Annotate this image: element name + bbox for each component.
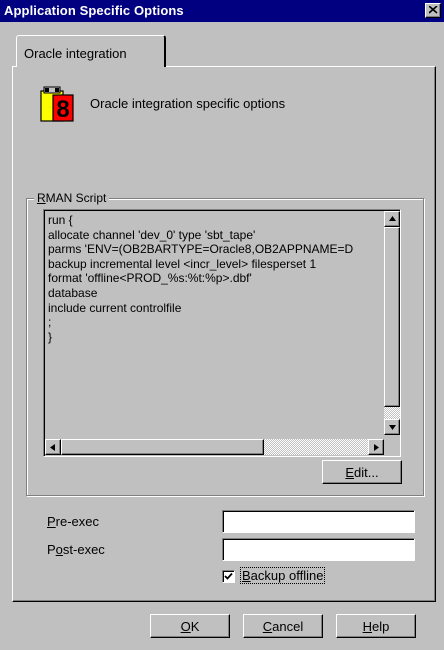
window-title: Application Specific Options [4,3,184,18]
rman-script-text: run { allocate channel 'dev_0' type 'sbt… [48,213,383,435]
script-line: allocate channel 'dev_0' type 'sbt_tape' [48,227,256,242]
arrow-right-icon [374,444,379,451]
backup-offline-checkbox[interactable] [222,570,235,583]
script-line: run { [48,213,73,227]
oracle8-icon: 8 [40,86,76,127]
horizontal-scroll-thumb[interactable] [61,439,264,455]
scroll-right-button[interactable] [368,439,384,455]
tab-label: Oracle integration [24,46,127,61]
header-text: Oracle integration specific options [90,96,286,111]
pre-exec-input[interactable] [222,510,415,533]
vertical-scroll-thumb[interactable] [384,227,400,407]
post-exec-input[interactable] [222,538,415,561]
script-line: include current controlfile [48,300,182,315]
script-line: format 'offline<PROD_%s:%t:%p>.dbf' [48,271,252,286]
pre-exec-label: Pre-exec [47,514,100,529]
arrow-up-icon [389,216,396,221]
horizontal-scroll-track[interactable] [264,439,368,455]
script-line: } [48,329,53,344]
post-exec-label: Post-exec [47,542,105,557]
arrow-down-icon [389,425,396,430]
script-line: parms 'ENV=(OB2BARTYPE=Oracle8,OB2APPNAM… [48,242,354,257]
script-line: backup incremental level <incr_level> fi… [48,256,317,271]
horizontal-scrollbar[interactable] [45,439,384,455]
checkmark-icon [224,572,233,580]
rman-script-box[interactable]: run { allocate channel 'dev_0' type 'sbt… [43,209,401,457]
help-button[interactable]: Help [336,614,416,638]
arrow-left-icon [50,444,55,451]
close-button[interactable] [425,3,441,18]
tab-oracle-integration[interactable]: Oracle integration [16,35,166,67]
scroll-down-button[interactable] [384,419,400,435]
svg-text:8: 8 [56,96,69,123]
scroll-up-button[interactable] [384,211,400,227]
ok-button[interactable]: OK [150,614,230,638]
rman-script-legend: RMAN Script [34,191,110,205]
backup-offline-label[interactable]: Backup offline [239,567,326,584]
vertical-scrollbar[interactable] [384,211,400,435]
scroll-left-button[interactable] [45,439,61,455]
vertical-scroll-track[interactable] [384,407,400,419]
close-icon [429,6,438,14]
cancel-button[interactable]: Cancel [243,614,323,638]
scroll-corner [384,439,400,455]
edit-button[interactable]: Edit... [322,460,402,484]
title-bar: Application Specific Options [0,0,444,22]
script-line: database [48,285,98,300]
script-line: ; [48,315,52,330]
